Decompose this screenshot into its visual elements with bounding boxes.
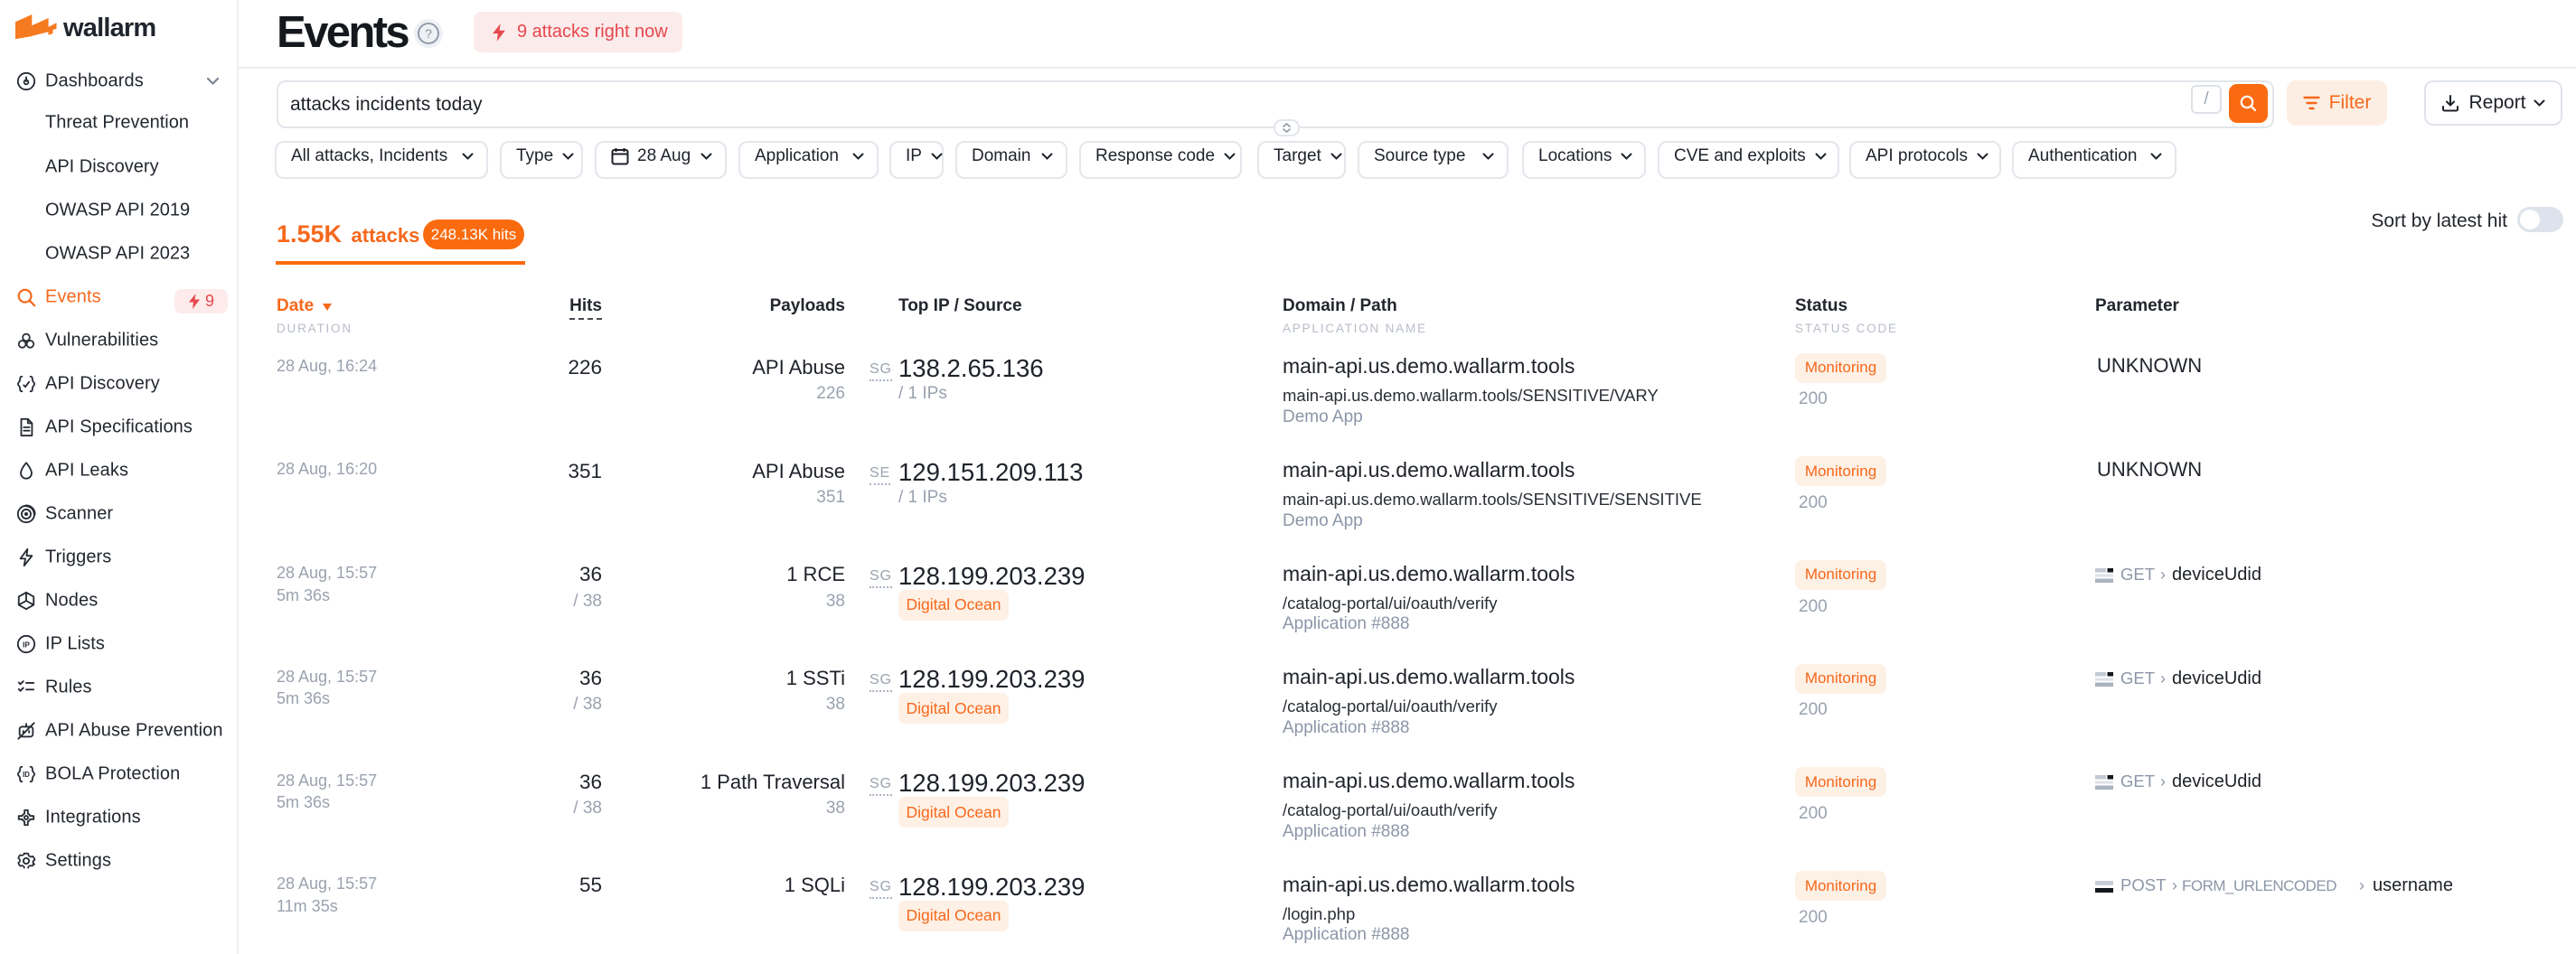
svg-text:IP: IP xyxy=(23,641,30,650)
svg-text:?: ? xyxy=(425,26,432,41)
svg-text:ID: ID xyxy=(23,771,30,779)
